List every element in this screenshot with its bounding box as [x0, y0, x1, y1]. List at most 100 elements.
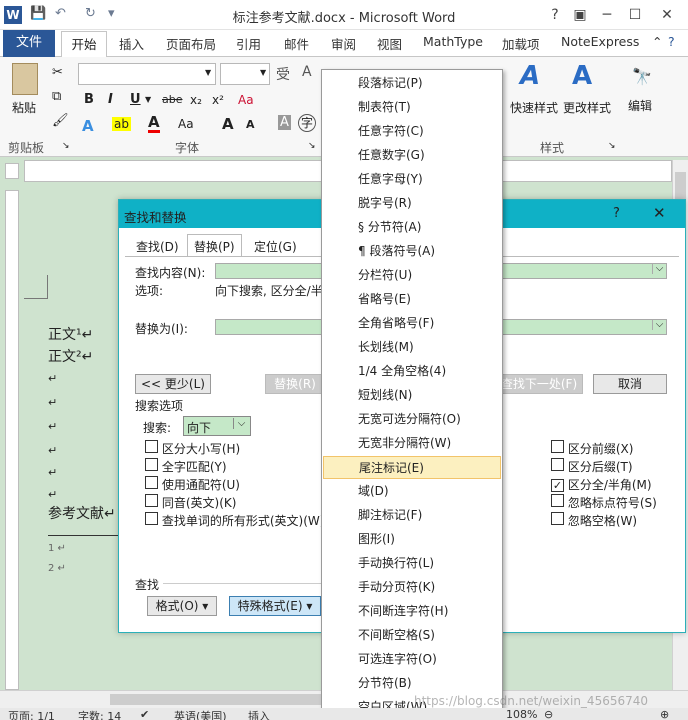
- menu-item[interactable]: 长划线(M): [323, 336, 501, 359]
- option-ignore-punct[interactable]: 忽略标点符号(S): [551, 494, 657, 511]
- menu-item[interactable]: 可选连字符(O): [323, 648, 501, 671]
- binoculars-icon[interactable]: 🔭: [632, 67, 652, 86]
- bold-button[interactable]: B: [84, 92, 94, 107]
- tab-noteexpress[interactable]: NoteExpress: [561, 34, 639, 49]
- document-line[interactable]: 正文²↵: [48, 346, 93, 366]
- spelling-icon[interactable]: ✔: [140, 708, 149, 720]
- menu-item[interactable]: 图形(I): [323, 528, 501, 551]
- underline-button[interactable]: U: [130, 92, 141, 107]
- scroll-thumb[interactable]: [110, 694, 340, 705]
- option-match-prefix[interactable]: 区分前缀(X): [551, 440, 633, 457]
- font-launcher-icon[interactable]: ↘: [308, 141, 316, 151]
- document-line[interactable]: ↵: [48, 372, 57, 385]
- tab-page-layout[interactable]: 页面布局: [166, 34, 216, 53]
- clipboard-launcher-icon[interactable]: ↘: [62, 141, 70, 151]
- menu-item[interactable]: 手动分页符(K): [323, 576, 501, 599]
- tab-replace[interactable]: 替换(P): [187, 234, 242, 256]
- tab-goto[interactable]: 定位(G): [247, 234, 304, 256]
- superscript-button[interactable]: x²: [212, 93, 224, 107]
- chevron-down-icon[interactable]: ⌵: [233, 418, 249, 429]
- shrink-font-icon[interactable]: A: [246, 118, 255, 131]
- menu-item[interactable]: § 分节符(A): [323, 216, 501, 239]
- menu-item[interactable]: 不间断空格(S): [323, 624, 501, 647]
- highlight-icon[interactable]: ab: [112, 117, 131, 131]
- paste-icon[interactable]: [12, 63, 38, 95]
- option-match-case[interactable]: 区分大小写(H): [145, 440, 240, 457]
- dialog-help-icon[interactable]: ?: [613, 206, 620, 221]
- menu-item[interactable]: 脚注标记(F): [323, 504, 501, 527]
- status-insert-mode[interactable]: 插入: [248, 708, 270, 720]
- checkbox-checked[interactable]: ✓: [551, 479, 564, 492]
- format-painter-icon[interactable]: 🖌: [52, 113, 69, 128]
- document-line[interactable]: 正文¹↵: [48, 324, 93, 344]
- document-line[interactable]: ↵: [48, 444, 57, 457]
- document-heading[interactable]: 参考文献↵: [48, 503, 116, 523]
- tab-home[interactable]: 开始: [61, 31, 107, 58]
- underline-dropdown-icon[interactable]: ▼: [145, 95, 151, 104]
- option-sounds-like[interactable]: 同音(英文)(K): [145, 494, 236, 511]
- checkbox[interactable]: [145, 458, 158, 471]
- option-ignore-space[interactable]: 忽略空格(W): [551, 512, 637, 529]
- footnote-line[interactable]: 2 ↵: [48, 563, 66, 574]
- menu-item[interactable]: 省略号(E): [323, 288, 501, 311]
- subscript-button[interactable]: x₂: [190, 93, 202, 107]
- change-case-icon[interactable]: Aa: [178, 117, 194, 131]
- menu-item[interactable]: 短划线(N): [323, 384, 501, 407]
- status-page[interactable]: 页面: 1/1: [8, 708, 55, 720]
- menu-item[interactable]: 全角省略号(F): [323, 312, 501, 335]
- less-button[interactable]: << 更少(L): [135, 374, 211, 394]
- menu-item[interactable]: 1/4 全角空格(4): [323, 360, 501, 383]
- char-shading-icon[interactable]: A: [278, 115, 291, 130]
- menu-item[interactable]: ¶ 段落符号(A): [323, 240, 501, 263]
- checkbox[interactable]: [551, 494, 564, 507]
- menu-item[interactable]: 段落标记(P): [323, 72, 501, 95]
- chevron-down-icon[interactable]: ▼: [205, 68, 211, 77]
- text-effects-icon[interactable]: A: [82, 117, 94, 135]
- menu-item[interactable]: 无宽可选分隔符(O): [323, 408, 501, 431]
- tab-references[interactable]: 引用: [236, 34, 261, 53]
- paste-button[interactable]: 粘贴: [12, 99, 36, 116]
- tab-mailings[interactable]: 邮件: [284, 34, 309, 53]
- special-format-button[interactable]: 特殊格式(E) ▾: [229, 596, 321, 616]
- menu-item[interactable]: 任意字母(Y): [323, 168, 501, 191]
- replace-dropdown-icon[interactable]: ⌵: [652, 319, 666, 330]
- find-next-button[interactable]: 查找下一处(F): [495, 374, 583, 394]
- menu-item[interactable]: 任意数字(G): [323, 144, 501, 167]
- checkbox[interactable]: [145, 494, 158, 507]
- tab-addins[interactable]: 加载项: [502, 34, 540, 53]
- styles-launcher-icon[interactable]: ↘: [608, 141, 616, 151]
- chevron-up-icon[interactable]: ⌃: [652, 34, 662, 49]
- cancel-button[interactable]: 取消: [593, 374, 667, 394]
- menu-item[interactable]: 手动换行符(L): [323, 552, 501, 575]
- menu-item[interactable]: 不间断连字符(H): [323, 600, 501, 623]
- status-language[interactable]: 英语(美国): [174, 708, 227, 720]
- find-dropdown-icon[interactable]: ⌵: [652, 263, 666, 274]
- option-match-suffix[interactable]: 区分后缀(T): [551, 458, 633, 475]
- edit-button[interactable]: 编辑: [628, 97, 652, 114]
- maximize-icon[interactable]: ☐: [620, 4, 650, 26]
- menu-item[interactable]: 分节符(B): [323, 672, 501, 695]
- footnote-line[interactable]: 1 ↵: [48, 543, 66, 554]
- document-line[interactable]: ↵: [48, 466, 57, 479]
- chevron-down-icon[interactable]: ▼: [260, 68, 266, 77]
- tab-file[interactable]: 文件: [3, 30, 55, 57]
- status-zoom[interactable]: 108%: [506, 708, 537, 720]
- zoom-out-icon[interactable]: ⊖: [544, 708, 553, 720]
- zoom-in-icon[interactable]: ⊕: [660, 708, 669, 720]
- copy-icon[interactable]: ⧉: [52, 89, 61, 104]
- ruler-toggle-icon[interactable]: [5, 163, 19, 179]
- cut-icon[interactable]: ✂: [52, 65, 63, 80]
- menu-item[interactable]: 任意字符(C): [323, 120, 501, 143]
- grow-font-icon[interactable]: A: [222, 115, 234, 133]
- option-wildcards[interactable]: 使用通配符(U): [145, 476, 240, 493]
- change-style-icon[interactable]: A: [572, 61, 592, 91]
- menu-item[interactable]: 分栏符(U): [323, 264, 501, 287]
- menu-item-endnote-mark[interactable]: 尾注标记(E): [323, 456, 501, 479]
- tab-insert[interactable]: 插入: [119, 34, 144, 53]
- tab-find[interactable]: 查找(D): [129, 234, 186, 256]
- menu-item[interactable]: 制表符(T): [323, 96, 501, 119]
- help-small-icon[interactable]: ?: [668, 34, 675, 49]
- restore-ribbon-icon[interactable]: ▣: [565, 4, 595, 26]
- minimize-icon[interactable]: ─: [592, 4, 622, 26]
- clear-format-icon[interactable]: Aa: [238, 93, 254, 107]
